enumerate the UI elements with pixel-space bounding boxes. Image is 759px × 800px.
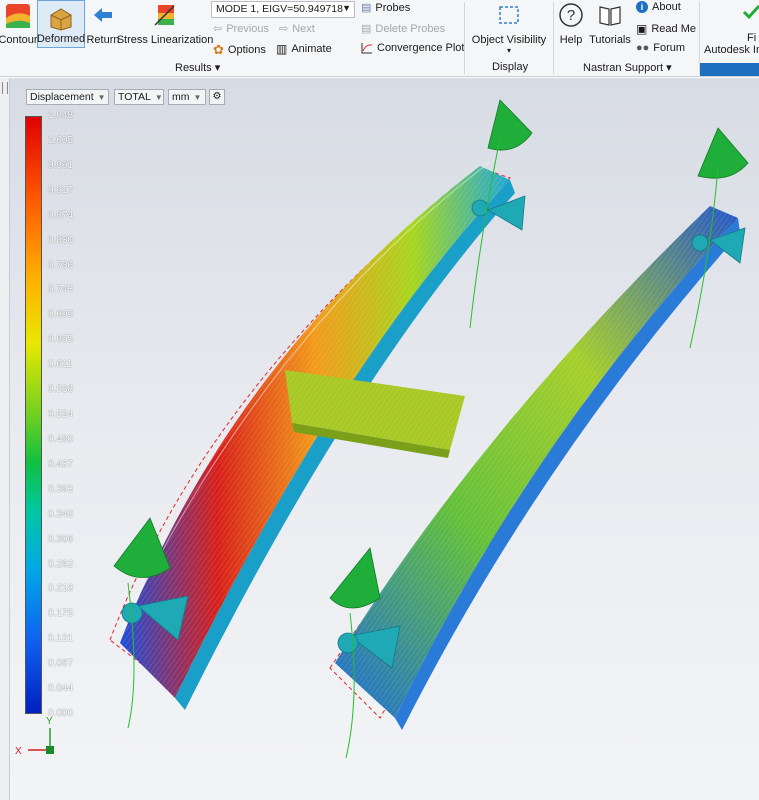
- contour-button[interactable]: Contour: [0, 2, 38, 46]
- forum-label: Forum: [653, 42, 686, 54]
- object-visibility-button[interactable]: Object Visibility ▾: [470, 2, 548, 57]
- probes-label: Probes: [375, 1, 411, 14]
- svg-text:?: ?: [567, 7, 575, 24]
- tutorials-label: Tutorials: [589, 34, 631, 46]
- status-output-set: OUTPUT SET: MODE 1, EIGV=50.949718: [115, 781, 311, 792]
- results-panel-title[interactable]: Results ▾: [175, 61, 220, 74]
- delete-probes-icon: ▤: [361, 23, 372, 35]
- panel-tab-strip: [700, 63, 759, 76]
- nastran-support-panel-title[interactable]: Nastran Support ▾: [583, 61, 672, 74]
- return-label: Return: [86, 34, 120, 46]
- read-me-button[interactable]: ▣ Read Me: [636, 22, 696, 36]
- autodesk-label: Autodesk Inv: [704, 44, 759, 56]
- display-panel-title: Display: [492, 61, 529, 73]
- info-icon: i: [636, 1, 648, 13]
- contour-icon: [6, 4, 30, 28]
- axis-y-label: Y: [46, 716, 53, 727]
- mode-select[interactable]: MODE 1, EIGV=50.949718 ▼: [211, 1, 355, 18]
- mode-select-value: MODE 1, EIGV=50.949718: [216, 3, 343, 15]
- options-button[interactable]: ✿ Options: [213, 42, 266, 58]
- contour-label: Contour: [0, 34, 38, 46]
- film-icon: ▥: [276, 42, 288, 56]
- convergence-plot-icon: [361, 43, 373, 54]
- forum-button[interactable]: ●● Forum: [636, 42, 685, 54]
- status-contour: CONTOUR: DISPLACEMENT (mm) (TOTAL): [115, 745, 323, 756]
- left-strip: [0, 78, 10, 800]
- axis-triad: X Y: [15, 716, 54, 757]
- tutorials-button[interactable]: Tutorials: [588, 2, 632, 46]
- about-button[interactable]: i About: [636, 1, 681, 13]
- nastran-support-panel-label: Nastran Support: [583, 62, 664, 74]
- convergence-plot-label: Convergence Plot: [377, 42, 465, 54]
- stress-linearization-label: Stress Linearization: [116, 34, 214, 46]
- stress-linearization-button[interactable]: Stress Linearization: [117, 2, 213, 46]
- fi-label: Fi: [747, 32, 757, 44]
- separator: [553, 2, 554, 74]
- previous-button[interactable]: ⇦ Previous: [213, 22, 270, 36]
- deformed-icon: [50, 8, 72, 31]
- arrow-left-icon: ⇦: [213, 23, 223, 35]
- next-button[interactable]: ⇨ Next: [279, 22, 315, 36]
- graphics-viewport[interactable]: Displacement ▼ TOTAL ▼ mm ▼ ⚙ 1.048 1.005 0.9…: [10, 78, 759, 800]
- results-panel-label: Results: [175, 62, 212, 74]
- tutorials-icon: [599, 6, 621, 26]
- status-deformed: DEFORMED TOTAL: (MIN =6.59433E-7, MAX=1.…: [115, 763, 376, 774]
- help-label: Help: [559, 34, 583, 46]
- object-visibility-icon: [499, 6, 519, 24]
- animate-button[interactable]: ▥ Animate: [276, 42, 332, 56]
- read-me-label: Read Me: [651, 23, 696, 35]
- model-view: X Y: [15, 99, 749, 759]
- options-label: Options: [227, 44, 266, 56]
- probes-button[interactable]: ▤ Probes: [361, 1, 411, 15]
- help-icon: ?: [559, 3, 583, 27]
- probes-icon: ▤: [361, 2, 372, 14]
- previous-label: Previous: [226, 22, 270, 35]
- autodesk-button[interactable]: Fi Autodesk Inv: [703, 2, 759, 57]
- separator: [464, 2, 465, 74]
- object-visibility-label: Object Visibility: [471, 34, 547, 46]
- deformed-label: Deformed: [36, 33, 86, 45]
- delete-probes-label: Delete Probes: [375, 22, 446, 35]
- convergence-plot-button[interactable]: Convergence Plot: [361, 42, 464, 54]
- help-button[interactable]: ? Help: [557, 2, 585, 46]
- chevron-down-icon: ▾: [506, 46, 511, 55]
- delete-probes-button[interactable]: ▤ Delete Probes: [361, 22, 446, 36]
- animate-label: Animate: [291, 43, 332, 55]
- axis-x-label: X: [15, 746, 22, 757]
- options-icon: ✿: [213, 42, 224, 57]
- return-button[interactable]: Return: [86, 2, 120, 46]
- stress-linearization-icon: [154, 5, 175, 26]
- chevron-down-icon: ▼: [342, 3, 351, 13]
- ribbon: Contour Deformed Return Stress Lineariza…: [0, 0, 759, 77]
- about-label: About: [652, 1, 681, 13]
- arrow-right-icon: ⇨: [279, 23, 289, 35]
- next-label: Next: [292, 22, 315, 35]
- forum-icon: ●●: [636, 42, 650, 54]
- return-icon: [94, 8, 112, 22]
- read-me-icon: ▣: [636, 22, 648, 36]
- grip-icon: [2, 82, 8, 94]
- checkmark-icon: [742, 4, 759, 20]
- deformed-button[interactable]: Deformed: [37, 0, 85, 48]
